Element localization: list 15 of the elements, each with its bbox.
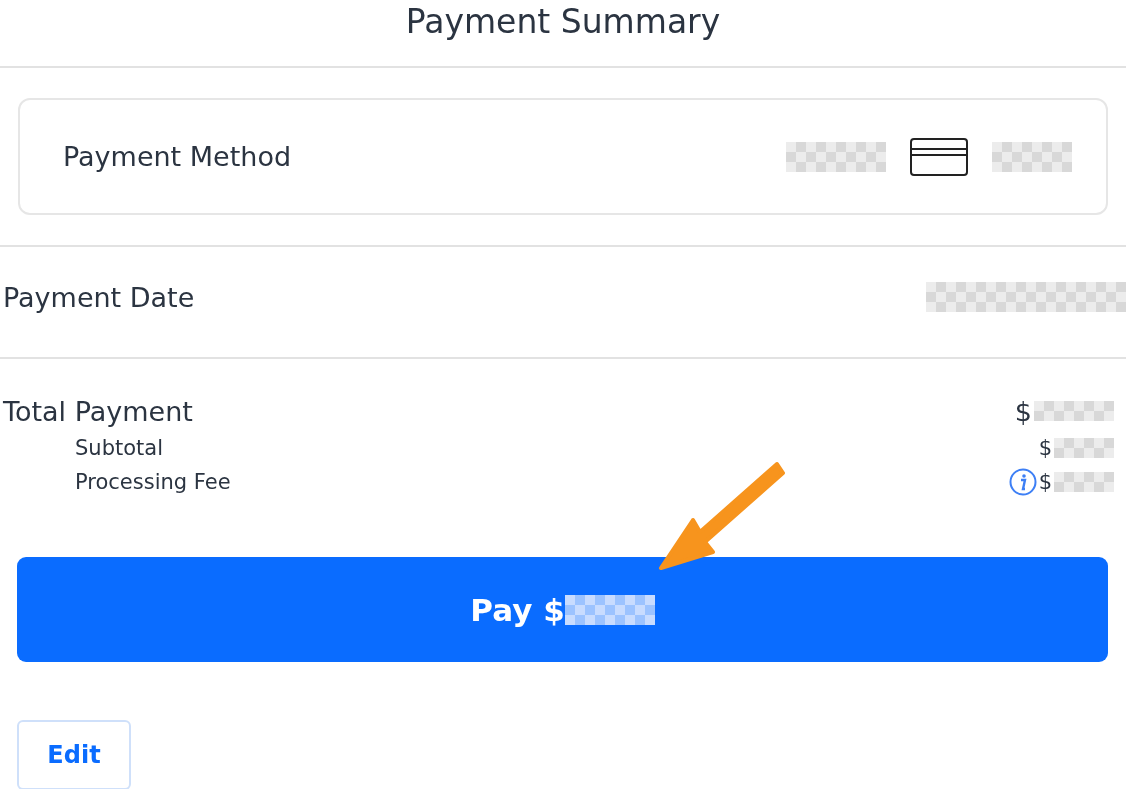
row-label: Payment Date [3, 281, 195, 313]
redacted-text [1054, 472, 1114, 492]
edit-button[interactable]: Edit [17, 720, 131, 789]
credit-card-icon [910, 137, 968, 176]
redacted-text [1054, 438, 1114, 458]
pay-button[interactable]: Pay $ [17, 557, 1108, 662]
currency-sign: $ [1038, 436, 1052, 460]
row-label: Total Payment [3, 395, 193, 427]
payment-method-label: Payment Method [63, 141, 292, 172]
row-label: Subtotal [75, 436, 163, 460]
row-label: Processing Fee [75, 470, 231, 494]
currency-sign: $ [1014, 395, 1032, 427]
page-title: Payment Summary [404, 1, 722, 43]
info-icon[interactable] [1008, 468, 1037, 496]
currency-sign: $ [1038, 470, 1052, 494]
